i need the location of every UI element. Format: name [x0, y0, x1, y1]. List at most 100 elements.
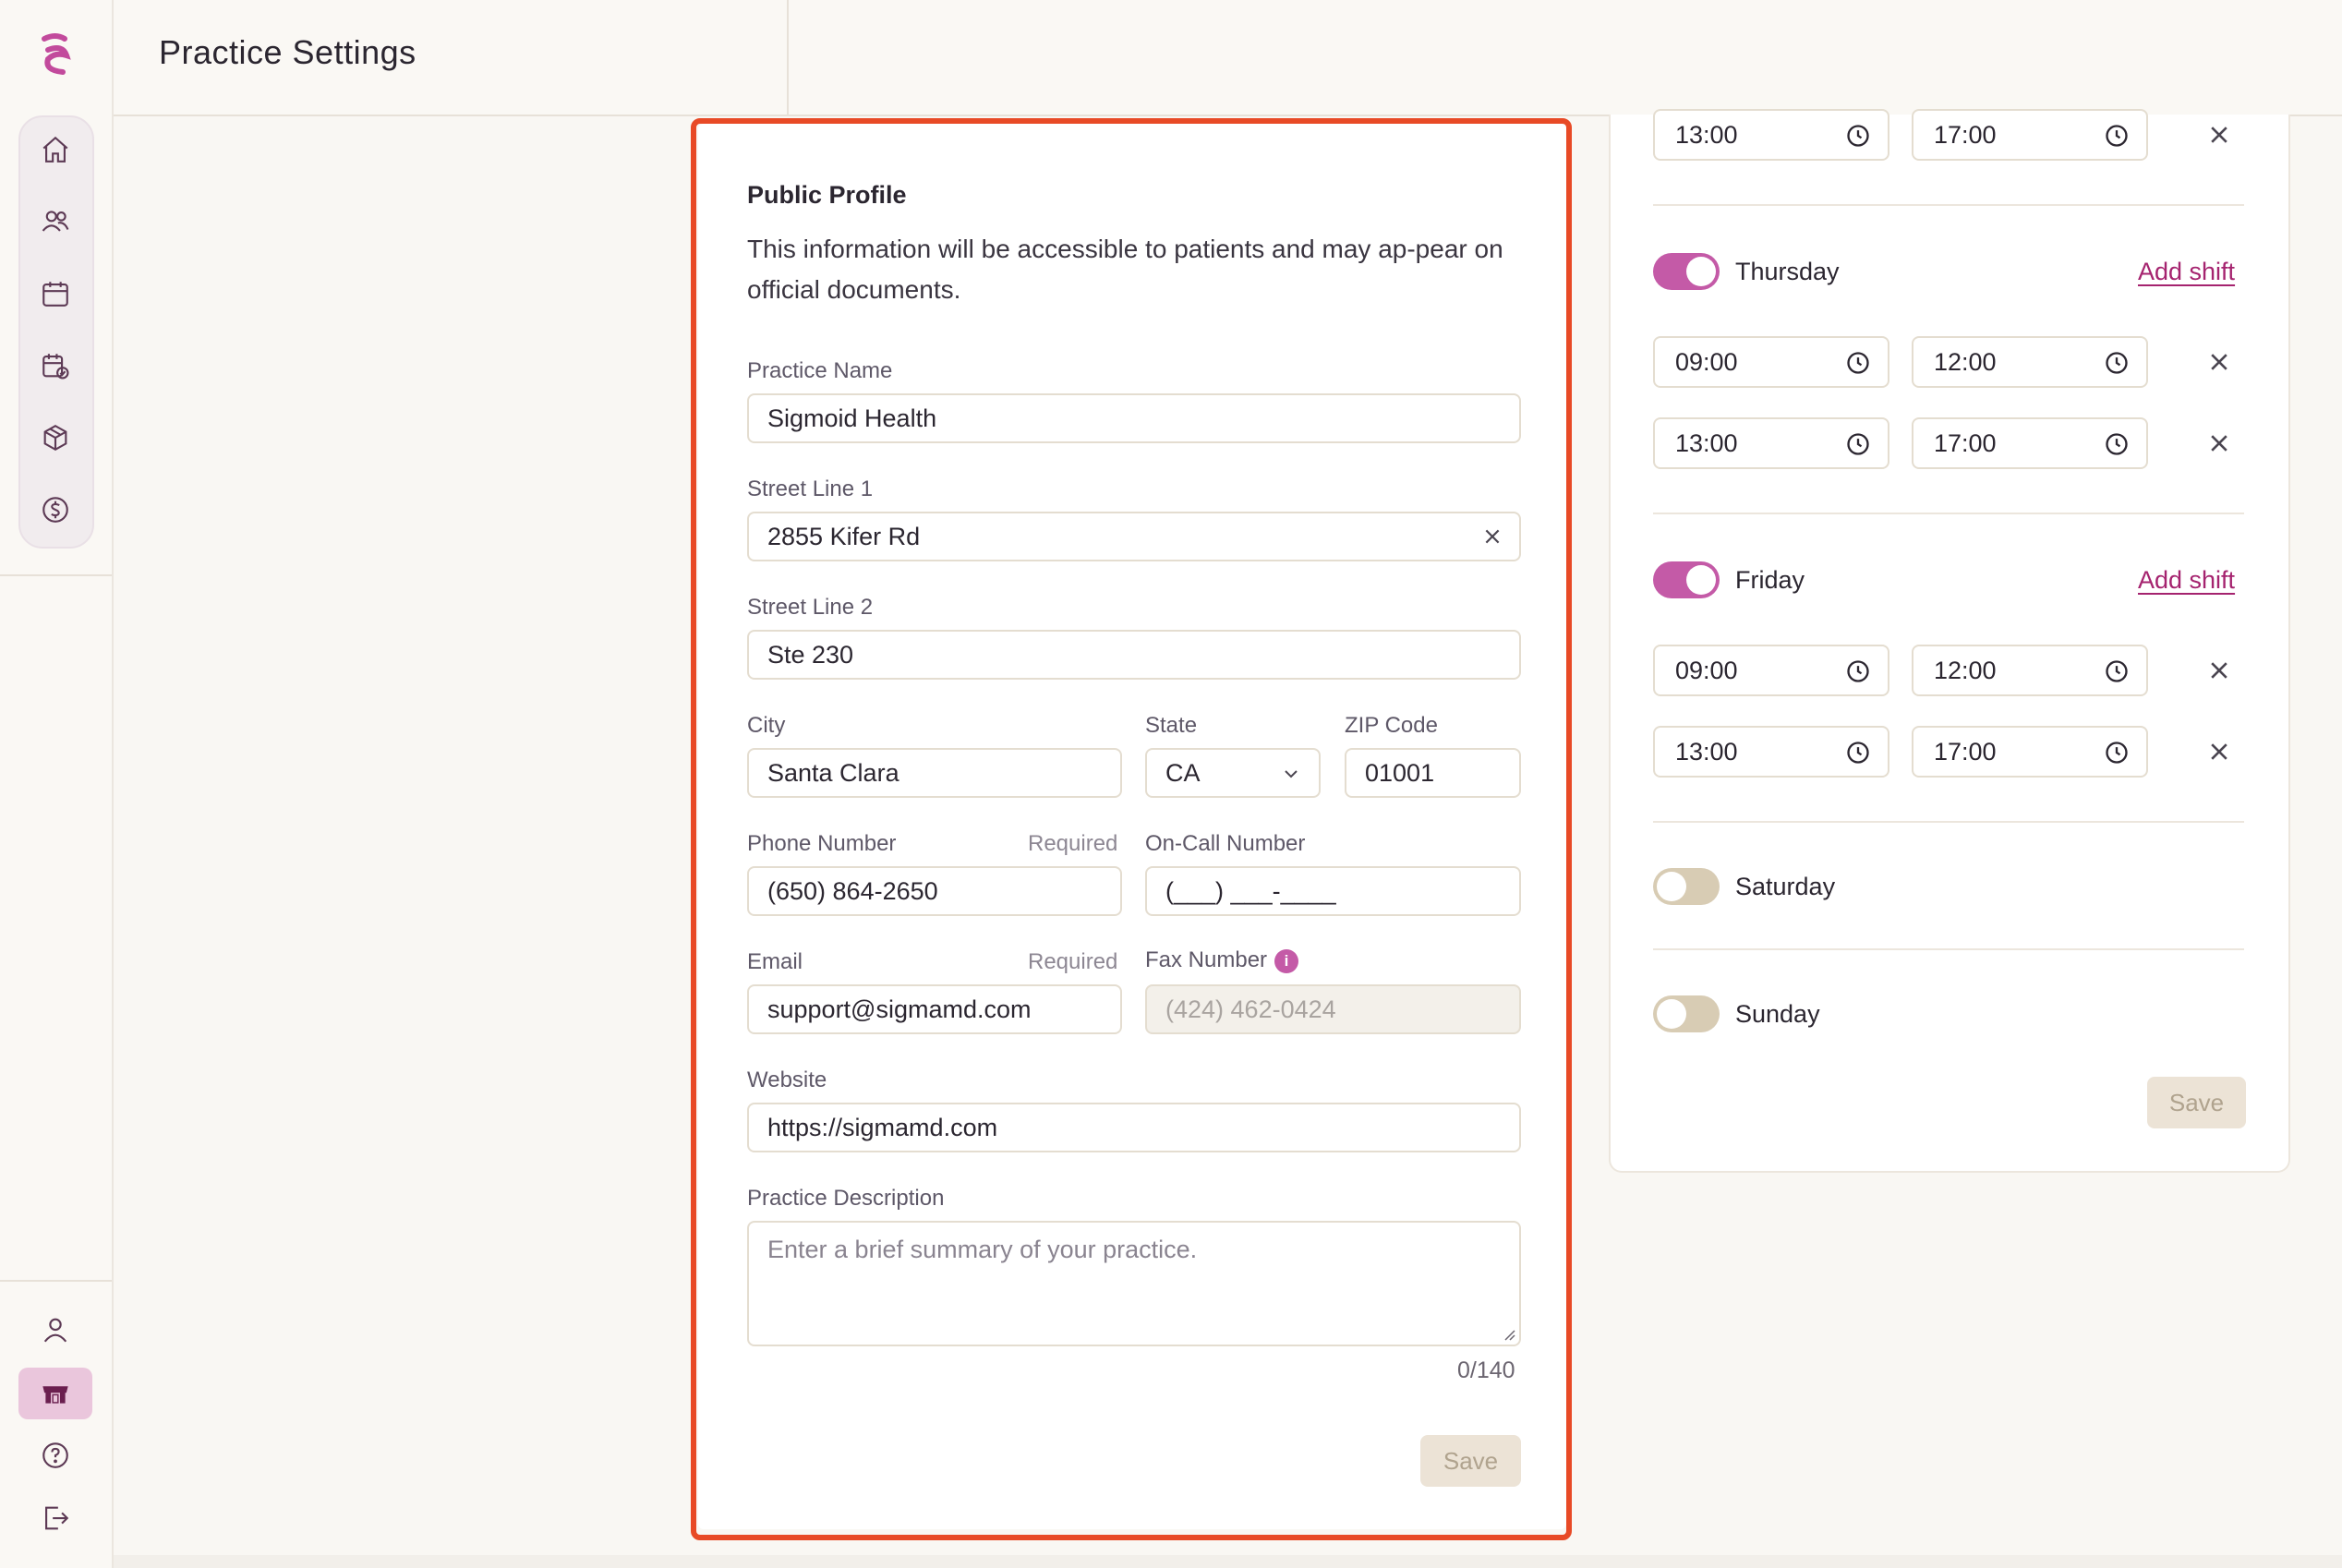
time-input[interactable]: 17:00: [1912, 726, 2148, 778]
practice-icon[interactable]: [37, 1375, 74, 1412]
divider: [1653, 204, 2244, 206]
logout-icon[interactable]: [37, 1500, 74, 1537]
clock-icon: [2106, 125, 2128, 147]
time-input[interactable]: 17:00: [1912, 417, 2148, 469]
remove-shift-icon[interactable]: [2207, 740, 2231, 764]
street-line-1-input[interactable]: 2855 Kifer Rd: [747, 512, 1521, 561]
fax-input[interactable]: (424) 462-0424: [1145, 984, 1521, 1034]
practice-name-value: Sigmoid Health: [767, 404, 937, 432]
bottom-strip: [114, 1555, 2342, 1568]
time-input[interactable]: 09:00: [1653, 336, 1889, 388]
time-value: 09:00: [1675, 656, 1738, 684]
street-line-1-value: 2855 Kifer Rd: [767, 522, 921, 550]
character-counter: 0/140: [1457, 1357, 1515, 1383]
thursday-add-shift-link[interactable]: Add shift: [2138, 258, 2235, 286]
main-nav: [18, 115, 94, 549]
clock-icon: [1847, 125, 1869, 147]
app-logo-icon[interactable]: [35, 31, 76, 79]
users-icon[interactable]: [37, 203, 74, 240]
time-input[interactable]: 09:00: [1653, 645, 1889, 696]
on-call-input[interactable]: (___) ___-____: [1145, 866, 1521, 916]
time-value: 13:00: [1675, 428, 1738, 457]
thursday-toggle[interactable]: [1653, 253, 1720, 290]
home-icon[interactable]: [37, 131, 74, 168]
saturday-label: Saturday: [1735, 873, 1836, 900]
remove-shift-icon[interactable]: [2207, 431, 2231, 455]
divider: [1653, 948, 2244, 950]
phone-label: Phone Number: [747, 831, 897, 856]
fax-label: Fax Number i: [1145, 947, 1299, 973]
description-textarea[interactable]: Enter a brief summary of your practice.: [747, 1221, 1521, 1346]
friday-toggle[interactable]: [1653, 561, 1720, 598]
time-input[interactable]: 13:00: [1653, 417, 1889, 469]
clock-icon: [2106, 660, 2128, 682]
info-icon[interactable]: i: [1274, 948, 1299, 973]
clock-icon: [1847, 433, 1869, 455]
phone-input[interactable]: (650) 864-2650: [747, 866, 1122, 916]
thursday-label: Thursday: [1735, 258, 1840, 285]
time-input[interactable]: 13:00: [1653, 109, 1889, 161]
help-icon[interactable]: [37, 1437, 74, 1474]
state-select[interactable]: CA: [1145, 748, 1321, 798]
phone-value: (650) 864-2650: [767, 876, 938, 905]
time-value: 09:00: [1675, 347, 1738, 376]
fax-label-text: Fax Number: [1145, 947, 1268, 972]
clock-icon: [2106, 742, 2128, 764]
time-input[interactable]: 17:00: [1912, 109, 2148, 161]
zip-input[interactable]: 01001: [1345, 748, 1521, 798]
divider: [1653, 513, 2244, 514]
clock-icon: [1847, 352, 1869, 374]
resize-handle-icon[interactable]: [1501, 1326, 1515, 1341]
page-header: [114, 0, 2342, 116]
divider: [1653, 821, 2244, 823]
time-input[interactable]: 12:00: [1912, 336, 2148, 388]
page-title: Practice Settings: [159, 33, 416, 71]
description-placeholder: Enter a brief summary of your practice.: [767, 1236, 1198, 1263]
website-label: Website: [747, 1067, 827, 1092]
street-line-2-value: Ste 230: [767, 640, 854, 669]
city-input[interactable]: Santa Clara: [747, 748, 1122, 798]
section-title: Public Profile: [747, 181, 907, 209]
sidebar-divider: [0, 1280, 112, 1282]
state-label: State: [1145, 713, 1198, 738]
sunday-label: Sunday: [1735, 1000, 1820, 1028]
phone-required-hint: Required: [1028, 831, 1118, 856]
calendar-icon[interactable]: [37, 275, 74, 312]
sidebar: [0, 0, 114, 1568]
time-input[interactable]: 13:00: [1653, 726, 1889, 778]
profile-save-button[interactable]: Save: [1420, 1435, 1521, 1487]
on-call-value: (___) ___-____: [1165, 876, 1336, 905]
profile-icon[interactable]: [37, 1311, 74, 1348]
hours-save-button[interactable]: Save: [2147, 1077, 2246, 1128]
toggle-knob: [1686, 257, 1716, 286]
saturday-toggle[interactable]: [1653, 868, 1720, 905]
remove-shift-icon[interactable]: [2207, 123, 2231, 147]
time-value: 13:00: [1675, 120, 1738, 149]
friday-label: Friday: [1735, 566, 1805, 594]
description-label: Practice Description: [747, 1186, 945, 1211]
zip-value: 01001: [1365, 758, 1435, 787]
time-value: 12:00: [1934, 656, 1997, 684]
street-line-2-input[interactable]: Ste 230: [747, 630, 1521, 680]
calendar-check-icon[interactable]: [37, 347, 74, 384]
zip-label: ZIP Code: [1345, 713, 1438, 738]
clock-icon: [2106, 352, 2128, 374]
email-value: support@sigmamd.com: [767, 995, 1032, 1023]
city-value: Santa Clara: [767, 758, 899, 787]
header-divider: [787, 0, 789, 115]
dollar-icon[interactable]: [37, 491, 74, 528]
street-line-2-label: Street Line 2: [747, 595, 874, 620]
practice-name-input[interactable]: Sigmoid Health: [747, 393, 1521, 443]
box-icon[interactable]: [37, 419, 74, 456]
remove-shift-icon[interactable]: [2207, 658, 2231, 682]
time-value: 17:00: [1934, 120, 1997, 149]
email-input[interactable]: support@sigmamd.com: [747, 984, 1122, 1034]
clear-icon[interactable]: [1482, 526, 1503, 547]
email-label: Email: [747, 949, 803, 974]
sidebar-divider: [0, 574, 112, 576]
sunday-toggle[interactable]: [1653, 995, 1720, 1032]
website-input[interactable]: https://sigmamd.com: [747, 1103, 1521, 1152]
friday-add-shift-link[interactable]: Add shift: [2138, 566, 2235, 595]
time-input[interactable]: 12:00: [1912, 645, 2148, 696]
remove-shift-icon[interactable]: [2207, 350, 2231, 374]
